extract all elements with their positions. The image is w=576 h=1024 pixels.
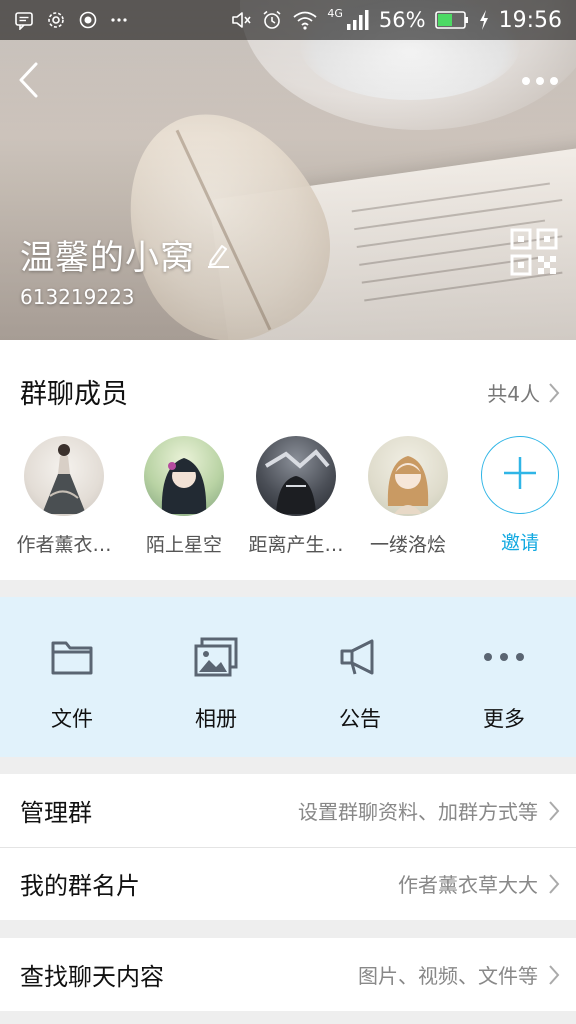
more-dots-icon: [520, 72, 560, 91]
avatar: [256, 436, 336, 516]
avatar: [24, 436, 104, 516]
files-button[interactable]: 文件: [0, 597, 144, 757]
more-options-button[interactable]: [518, 66, 562, 96]
settings-group-2: 查找聊天内容 图片、视频、文件等: [0, 938, 576, 1011]
status-bar: 4G 56% 19:56: [0, 0, 576, 40]
search-chat-title: 查找聊天内容: [20, 963, 164, 991]
chevron-right-icon: [548, 382, 560, 404]
network-type-label: 4G: [327, 6, 343, 20]
battery-icon: [434, 11, 469, 29]
chevron-right-icon: [548, 964, 560, 986]
my-group-card-value: 作者薰衣草大大: [398, 873, 538, 897]
invite-circle: [481, 436, 559, 514]
settings-group-1: 管理群 设置群聊资料、加群方式等 我的群名片 作者薰衣草大大: [0, 774, 576, 920]
member-name: 作者薰衣…: [16, 534, 112, 556]
alarm-icon: [261, 9, 283, 31]
back-button[interactable]: [10, 62, 46, 102]
album-icon: [192, 633, 240, 681]
more-label: 更多: [483, 707, 525, 731]
announcement-button[interactable]: 公告: [288, 597, 432, 757]
clock-time: 19:56: [498, 7, 562, 33]
avatar: [144, 436, 224, 516]
member-name: 一缕洛烩: [369, 534, 446, 556]
overflow-dots-icon: [110, 10, 128, 30]
mute-icon: [230, 9, 252, 31]
files-label: 文件: [51, 707, 93, 731]
megaphone-icon: [336, 633, 384, 681]
chevron-right-icon: [548, 800, 560, 822]
message-icon: [14, 10, 34, 30]
member-item[interactable]: 一缕洛烩: [352, 436, 464, 557]
members-count-link[interactable]: 共4人: [487, 378, 560, 407]
manage-group-row[interactable]: 管理群 设置群聊资料、加群方式等: [0, 774, 576, 847]
pencil-icon[interactable]: [205, 241, 231, 269]
group-name: 温馨的小窝: [20, 238, 195, 278]
charging-icon: [478, 9, 490, 31]
album-button[interactable]: 相册: [144, 597, 288, 757]
search-chat-row[interactable]: 查找聊天内容 图片、视频、文件等: [0, 938, 576, 1011]
invite-button[interactable]: 邀请: [464, 436, 576, 557]
more-dots-icon: [480, 633, 528, 681]
members-title: 群聊成员: [20, 379, 128, 410]
plus-icon: [502, 455, 538, 495]
signal-icon: [346, 9, 370, 31]
avatar: [368, 436, 448, 516]
manage-group-value: 设置群聊资料、加群方式等: [298, 800, 538, 824]
member-item[interactable]: 陌上星空: [128, 436, 240, 557]
manage-group-title: 管理群: [20, 799, 92, 827]
album-label: 相册: [195, 707, 237, 731]
member-item[interactable]: 距离产生…: [240, 436, 352, 557]
members-count: 共4人: [487, 382, 540, 406]
settings-icon: [46, 10, 66, 30]
wifi-icon: [292, 9, 318, 31]
record-icon: [78, 10, 98, 30]
quick-actions: 文件 相册 公告 更多: [0, 597, 576, 757]
battery-percent: 56%: [378, 8, 426, 32]
announcement-label: 公告: [339, 707, 381, 731]
my-group-card-row[interactable]: 我的群名片 作者薰衣草大大: [0, 847, 576, 920]
my-group-card-title: 我的群名片: [20, 872, 140, 900]
qr-code-icon[interactable]: [510, 228, 558, 276]
member-item[interactable]: 作者薰衣…: [0, 436, 128, 557]
member-name: 陌上星空: [145, 534, 222, 556]
invite-label: 邀请: [500, 532, 539, 554]
members-section: 群聊成员 共4人 作者薰衣… 陌上星空 距离产生… 一缕洛烩 邀请: [0, 340, 576, 580]
member-name: 距离产生…: [248, 534, 344, 556]
chevron-left-icon: [16, 60, 40, 104]
members-list: 作者薰衣… 陌上星空 距离产生… 一缕洛烩 邀请: [0, 436, 576, 557]
folder-icon: [48, 633, 96, 681]
group-name-row: 温馨的小窝: [20, 230, 231, 279]
search-chat-value: 图片、视频、文件等: [358, 964, 538, 988]
chevron-right-icon: [548, 873, 560, 895]
more-button[interactable]: 更多: [432, 597, 576, 757]
group-id: 613219223: [20, 285, 135, 309]
